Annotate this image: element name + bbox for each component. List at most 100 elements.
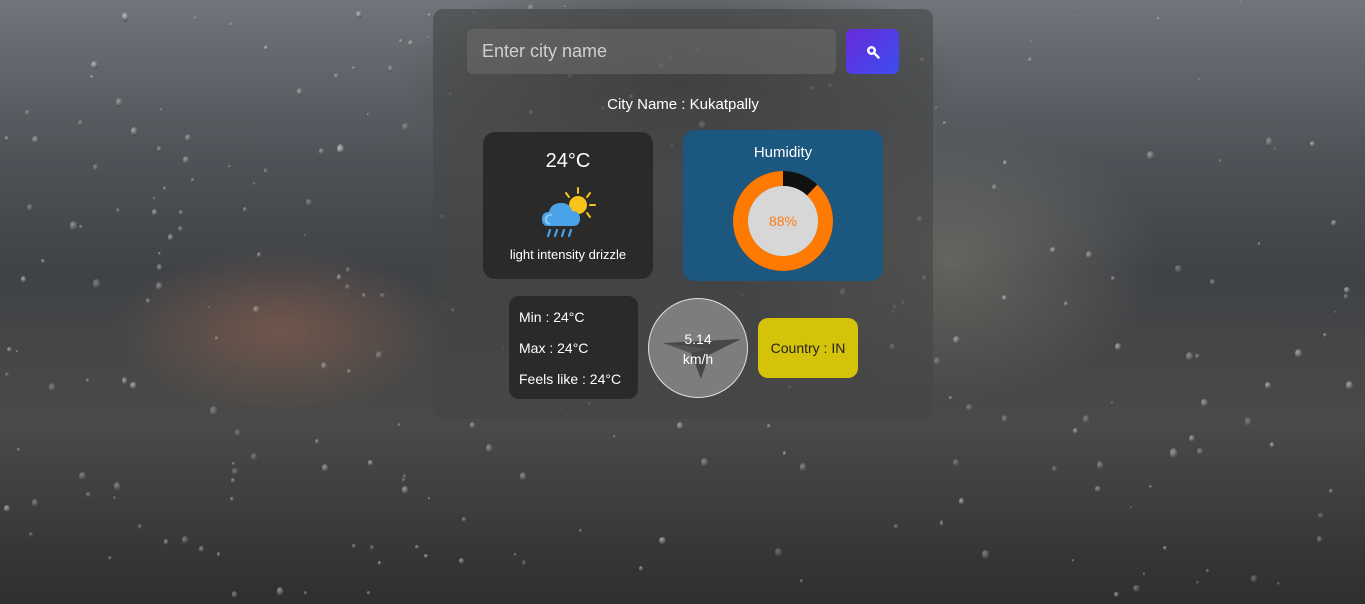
rain-drop (1110, 401, 1114, 405)
city-search-input[interactable] (467, 29, 836, 74)
rain-drop (1218, 158, 1222, 163)
rain-drop (370, 544, 375, 551)
rain-drop (163, 186, 167, 191)
rain-drop (612, 434, 617, 439)
rain-drop (253, 305, 260, 314)
rain-drop (1265, 137, 1273, 148)
rain-drop (303, 590, 308, 596)
rain-drop (1316, 536, 1322, 544)
rain-drop (1149, 484, 1153, 488)
rain-drop (181, 535, 188, 544)
rain-drop (337, 144, 345, 154)
rain-drop (366, 112, 370, 117)
rain-drop (415, 544, 419, 550)
wind-speed-panel: 5.14 km/h (648, 298, 748, 398)
rain-drop (159, 107, 164, 112)
rain-drop (402, 478, 406, 483)
search-button[interactable] (846, 29, 899, 74)
rain-drop (79, 224, 83, 229)
rain-drop (1195, 353, 1200, 359)
city-name-label: City Name : Kukatpally (607, 96, 759, 113)
rain-drop (378, 561, 381, 565)
rain-drop (263, 44, 269, 52)
rain-drop (469, 422, 476, 429)
rain-drop (346, 267, 351, 273)
rain-drop (168, 234, 174, 241)
rain-drop (29, 531, 33, 537)
rain-drop (1142, 572, 1146, 576)
rain-drop (1170, 448, 1177, 460)
country-badge: Country : IN (758, 318, 858, 378)
rain-drop (948, 396, 952, 401)
rain-drop (1344, 286, 1351, 294)
rain-drop (701, 458, 708, 467)
rain-drop (130, 382, 138, 390)
rain-drop (367, 459, 374, 467)
rain-drop (322, 463, 328, 472)
rain-drop (263, 168, 268, 174)
rain-drop (1331, 220, 1337, 227)
rain-drop (1189, 435, 1195, 443)
rain-drop (388, 64, 393, 72)
rain-drop (1050, 246, 1057, 253)
rain-drop (319, 147, 325, 155)
rain-drop (1072, 427, 1078, 434)
rain-drop (251, 452, 257, 462)
rain-drop (85, 378, 90, 384)
rain-drop (131, 127, 137, 136)
rain-drop (229, 497, 235, 502)
rain-drop (229, 22, 233, 28)
rain-drop (1310, 141, 1316, 147)
rain-drop (1209, 279, 1215, 286)
rain-drop (1333, 310, 1336, 314)
rain-drop (178, 225, 183, 232)
rain-drop (563, 5, 567, 9)
rain-drop (1250, 574, 1257, 584)
rain-drop (638, 565, 644, 572)
rain-drop (959, 497, 965, 505)
rain-drop (306, 199, 312, 207)
rain-drop (1132, 584, 1140, 592)
rain-drop (1129, 505, 1132, 509)
rain-drop (179, 210, 183, 215)
rain-drop (209, 406, 217, 416)
rain-drop (1097, 460, 1104, 471)
rain-drop (426, 36, 430, 40)
rain-drop (799, 463, 807, 472)
rain-drop (934, 106, 939, 111)
rain-drop (578, 528, 582, 533)
wind-speed-value: 5.14 (684, 331, 712, 347)
rain-drop (366, 591, 370, 595)
rain-drop (1002, 160, 1007, 166)
rain-drop (4, 136, 9, 141)
rain-drop (1111, 276, 1116, 281)
max-temperature: Max : 24°C (519, 340, 589, 356)
rain-drop (78, 471, 86, 480)
rain-drop (315, 439, 319, 444)
rain-drop (1197, 448, 1203, 455)
rain-drop (1114, 343, 1122, 352)
rain-drop (1114, 592, 1119, 598)
rain-drop (513, 553, 517, 557)
rain-drop (1076, 14, 1080, 18)
search-icon (866, 45, 880, 59)
min-max-panel: Min : 24°C Max : 24°C Feels like : 24°C (509, 296, 638, 399)
rain-drop (1147, 151, 1154, 160)
rain-drop (1318, 512, 1324, 519)
rain-drop (766, 423, 772, 429)
rain-drop (208, 305, 211, 309)
rain-drop (91, 61, 98, 70)
rain-drop (253, 182, 256, 185)
rain-drop (321, 361, 328, 370)
rain-drop (190, 178, 195, 182)
rain-drop (401, 485, 408, 495)
rain-drop (137, 524, 143, 530)
rain-drop (427, 497, 430, 500)
rain-drop (344, 284, 350, 290)
rain-drop (5, 371, 10, 378)
rain-drop (303, 234, 307, 238)
rain-drop (375, 351, 382, 360)
rain-drop (352, 65, 356, 70)
rain-drop (397, 422, 401, 428)
rain-drop (214, 336, 219, 341)
